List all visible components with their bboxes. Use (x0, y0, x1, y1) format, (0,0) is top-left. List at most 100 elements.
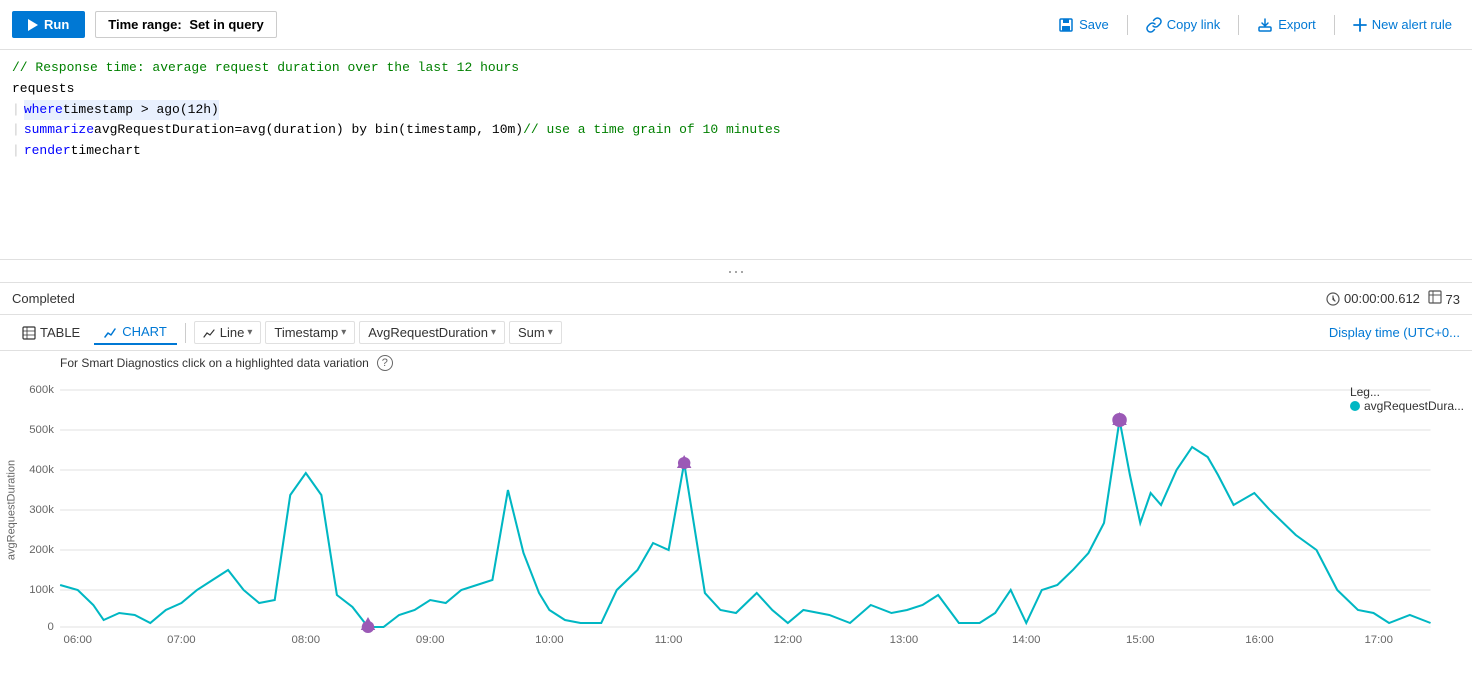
chevron-timestamp: ▾ (341, 327, 346, 338)
code-kw-render: render (24, 141, 71, 162)
time-value: 00:00:00.612 (1344, 291, 1420, 306)
smart-diag-bar: For Smart Diagnostics click on a highlig… (0, 351, 1472, 375)
data-point-1 (362, 621, 374, 633)
line-label: Line (220, 325, 245, 340)
legend-area: Leg... avgRequestDura... (1350, 385, 1464, 413)
run-button[interactable]: Run (12, 11, 85, 38)
timestamp-label: Timestamp (274, 325, 338, 340)
export-button[interactable]: Export (1249, 13, 1324, 37)
code-line-4: | summarize avgRequestDuration=avg(durat… (12, 120, 1460, 141)
export-label: Export (1278, 17, 1316, 32)
status-rows: 73 (1428, 290, 1460, 307)
time-range-value: Set in query (189, 17, 263, 32)
legend-item: avgRequestDura... (1350, 399, 1464, 413)
svg-text:06:00: 06:00 (63, 634, 91, 645)
legend-title: Leg... (1350, 385, 1464, 399)
code-where-rest: timestamp > ago(12h) (63, 100, 219, 121)
svg-text:0: 0 (48, 621, 54, 633)
chart-icon (104, 325, 118, 339)
code-comment-1: // Response time: average request durati… (12, 58, 519, 79)
bottom-area: For Smart Diagnostics click on a highlig… (0, 351, 1472, 685)
smart-diag-text: For Smart Diagnostics click on a highlig… (60, 356, 369, 370)
svg-text:09:00: 09:00 (416, 634, 444, 645)
status-bar: Completed 00:00:00.612 73 (0, 283, 1472, 315)
svg-text:14:00: 14:00 (1012, 634, 1040, 645)
code-plain-requests: requests (12, 79, 74, 100)
legend-dot (1350, 401, 1360, 411)
svg-text:12:00: 12:00 (774, 634, 802, 645)
svg-text:08:00: 08:00 (292, 634, 320, 645)
svg-text:15:00: 15:00 (1126, 634, 1154, 645)
new-alert-label: New alert rule (1372, 17, 1452, 32)
code-summarize-rest: avgRequestDuration=avg(duration) by bin(… (94, 120, 523, 141)
sum-dropdown[interactable]: Sum ▾ (509, 321, 562, 344)
svg-text:13:00: 13:00 (890, 634, 918, 645)
svg-text:600k: 600k (29, 384, 54, 396)
save-icon (1058, 17, 1074, 33)
timestamp-dropdown[interactable]: Timestamp ▾ (265, 321, 355, 344)
svg-text:400k: 400k (29, 464, 54, 476)
copy-link-button[interactable]: Copy link (1138, 13, 1228, 37)
status-time: 00:00:00.612 (1326, 291, 1420, 306)
avgrequestduration-label: AvgRequestDuration (368, 325, 488, 340)
svg-text:16:00: 16:00 (1245, 634, 1273, 645)
rows-value: 73 (1446, 292, 1460, 307)
play-icon (28, 19, 38, 31)
line-chart-icon (203, 328, 217, 338)
line-chart-svg: 600k 500k 400k 300k 200k 100k 0 avgReque… (0, 375, 1472, 645)
code-kw-summarize: summarize (24, 120, 94, 141)
plus-icon (1353, 18, 1367, 32)
code-render-rest: timechart (71, 141, 141, 162)
resize-handle[interactable]: ··· (0, 260, 1472, 283)
code-pipe-4: | (12, 120, 20, 141)
code-line-2: requests (12, 79, 1460, 100)
table-tab[interactable]: TABLE (12, 321, 90, 344)
svg-text:10:00: 10:00 (535, 634, 563, 645)
svg-text:100k: 100k (29, 584, 54, 596)
help-icon[interactable]: ? (377, 355, 393, 371)
code-comment-inline: // use a time grain of 10 minutes (523, 120, 780, 141)
code-pipe-3: | (12, 100, 20, 121)
code-editor[interactable]: // Response time: average request durati… (0, 50, 1472, 260)
clock-icon (1326, 292, 1340, 306)
table-icon-small (1428, 290, 1442, 304)
data-point-2 (678, 457, 690, 469)
svg-text:17:00: 17:00 (1364, 634, 1392, 645)
code-line-3: | where timestamp > ago(12h) (12, 100, 1460, 121)
toolbar: Run Time range: Set in query Save Copy l… (0, 0, 1472, 50)
table-tab-label: TABLE (40, 325, 80, 340)
svg-text:300k: 300k (29, 504, 54, 516)
chart-tab[interactable]: CHART (94, 320, 177, 345)
svg-text:500k: 500k (29, 424, 54, 436)
code-pipe-5: | (12, 141, 20, 162)
legend-series: avgRequestDura... (1364, 399, 1464, 413)
export-icon (1257, 17, 1273, 33)
table-icon (22, 326, 36, 340)
save-button[interactable]: Save (1050, 13, 1117, 37)
chevron-line: ▾ (247, 327, 252, 338)
display-time: Display time (UTC+0... (1329, 325, 1460, 340)
chart-line (60, 420, 1430, 627)
chart-container: 600k 500k 400k 300k 200k 100k 0 avgReque… (0, 375, 1472, 685)
sum-label: Sum (518, 325, 545, 340)
code-line-5: | render timechart (12, 141, 1460, 162)
run-label: Run (44, 17, 69, 32)
code-kw-where: where (24, 100, 63, 121)
line-dropdown[interactable]: Line ▾ (194, 321, 262, 344)
new-alert-button[interactable]: New alert rule (1345, 13, 1460, 36)
chart-toolbar: TABLE CHART Line ▾ Timestamp ▾ AvgReques… (0, 315, 1472, 351)
chart-tab-label: CHART (122, 324, 167, 339)
link-icon (1146, 17, 1162, 33)
svg-text:avgRequestDuration: avgRequestDuration (5, 460, 17, 560)
svg-text:11:00: 11:00 (655, 634, 683, 645)
time-range-prefix: Time range: (108, 17, 181, 32)
save-label: Save (1079, 17, 1109, 32)
time-range-button[interactable]: Time range: Set in query (95, 11, 277, 38)
svg-text:200k: 200k (29, 544, 54, 556)
avgrequestduration-dropdown[interactable]: AvgRequestDuration ▾ (359, 321, 505, 344)
data-point-3 (1112, 413, 1127, 427)
code-line-1: // Response time: average request durati… (12, 58, 1460, 79)
svg-text:07:00: 07:00 (167, 634, 195, 645)
status-completed: Completed (12, 291, 75, 306)
chevron-avg: ▾ (491, 327, 496, 338)
